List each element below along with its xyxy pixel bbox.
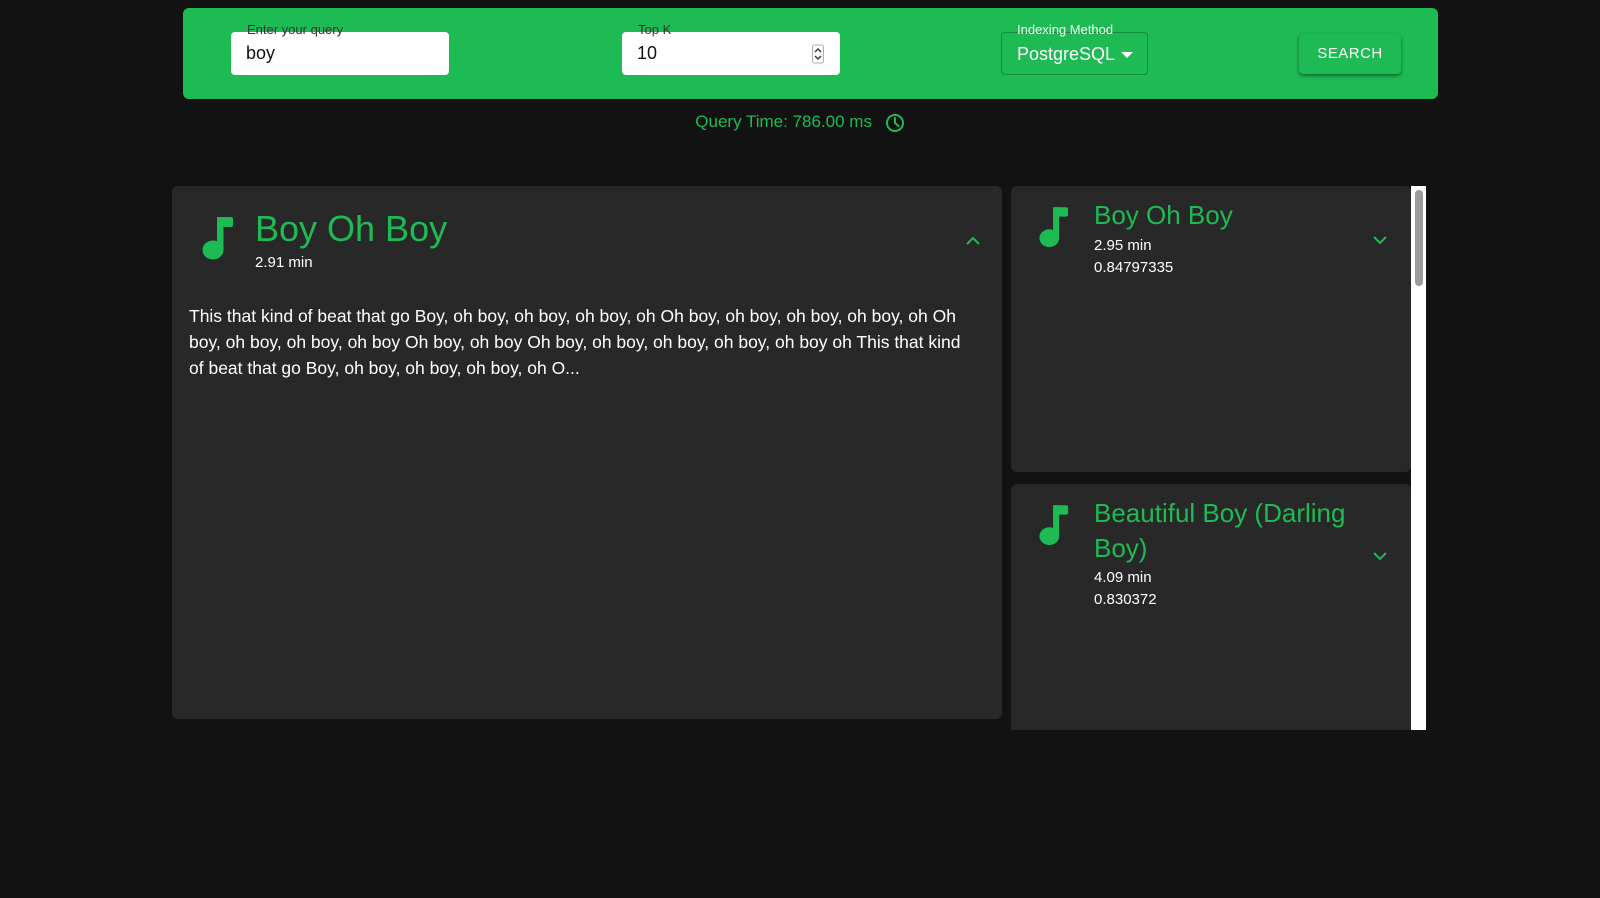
indexing-method-label: Indexing Method bbox=[1017, 22, 1114, 37]
query-field[interactable]: boy Enter your query bbox=[231, 22, 449, 75]
result-score: 0.84797335 bbox=[1094, 259, 1174, 276]
chevron-up-icon[interactable] bbox=[965, 236, 981, 246]
music-note-icon bbox=[1039, 505, 1069, 546]
topk-field[interactable]: 10 Top K bbox=[622, 22, 840, 75]
result-card[interactable]: Beautiful Boy (Darling Boy) 4.09 min 0.8… bbox=[1011, 484, 1411, 730]
topk-input[interactable]: 10 bbox=[622, 32, 840, 75]
chevron-down-icon[interactable] bbox=[1372, 235, 1388, 245]
results-scrollbar[interactable] bbox=[1411, 186, 1426, 730]
query-label: Enter your query bbox=[247, 22, 344, 37]
query-input[interactable]: boy bbox=[231, 32, 449, 75]
search-button[interactable]: SEARCH bbox=[1299, 34, 1401, 74]
chevron-down-icon[interactable] bbox=[1372, 551, 1388, 561]
result-score: 0.830372 bbox=[1094, 591, 1157, 608]
topk-label: Top K bbox=[638, 22, 672, 37]
query-time-status: Query Time: 786.00 ms bbox=[0, 112, 1600, 133]
selected-song-card: Boy Oh Boy 2.91 min This that kind of be… bbox=[172, 186, 1002, 719]
result-card[interactable]: Boy Oh Boy 2.95 min 0.84797335 bbox=[1011, 186, 1411, 472]
clock-icon bbox=[885, 113, 904, 132]
indexing-method-select[interactable]: PostgreSQL Indexing Method bbox=[1001, 22, 1148, 75]
result-duration: 2.95 min bbox=[1094, 237, 1152, 254]
indexing-method-box[interactable]: PostgreSQL bbox=[1001, 32, 1148, 75]
selected-song-duration: 2.91 min bbox=[255, 254, 313, 271]
topk-value: 10 bbox=[637, 43, 658, 63]
music-note-icon bbox=[202, 217, 233, 260]
result-title: Boy Oh Boy bbox=[1094, 200, 1233, 230]
indexing-method-value: PostgreSQL bbox=[1017, 44, 1116, 64]
search-toolbar: boy Enter your query 10 Top K PostgreSQL… bbox=[183, 8, 1438, 99]
selected-song-title: Boy Oh Boy bbox=[255, 208, 448, 249]
selected-song-lyrics: This that kind of beat that go Boy, oh b… bbox=[189, 306, 961, 378]
query-time-text: Query Time: 786.00 ms bbox=[695, 112, 872, 131]
number-stepper-icon[interactable] bbox=[812, 44, 824, 64]
music-note-icon bbox=[1039, 207, 1069, 248]
caret-down-icon bbox=[1121, 52, 1133, 58]
result-title: Beautiful Boy (Darling Boy) bbox=[1094, 498, 1346, 563]
result-duration: 4.09 min bbox=[1094, 569, 1152, 586]
results-scrollbar-thumb[interactable] bbox=[1415, 190, 1423, 286]
results-list[interactable]: Boy Oh Boy 2.95 min 0.84797335 Beautiful… bbox=[1011, 186, 1426, 730]
